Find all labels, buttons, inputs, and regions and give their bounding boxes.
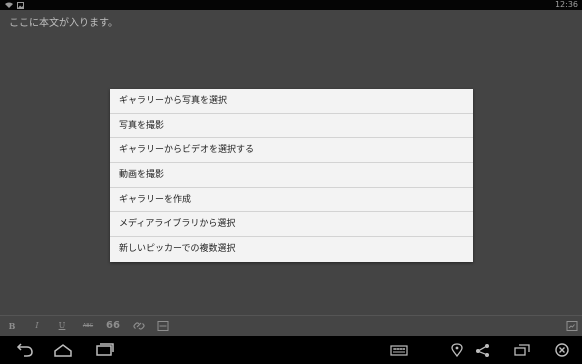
link-icon	[133, 322, 145, 330]
status-icons	[5, 0, 24, 10]
back-icon	[16, 343, 33, 357]
android-screen: 12:36 ここに本文が入ります。 ギャラリーから写真を選択 写真を撮影 ギャラ…	[0, 0, 582, 364]
menu-item-gallery-video[interactable]: ギャラリーからビデオを選択する	[110, 138, 473, 164]
italic-button[interactable]: I	[31, 320, 43, 332]
underline-button[interactable]: U	[56, 320, 68, 332]
wifi-icon	[5, 2, 13, 8]
menu-item-create-gallery[interactable]: ギャラリーを作成	[110, 188, 473, 213]
location-button[interactable]	[447, 342, 467, 358]
strikethrough-button[interactable]: ABC	[78, 320, 98, 332]
quote-button[interactable]: 66	[106, 320, 120, 332]
share-button[interactable]	[473, 342, 493, 358]
home-button[interactable]	[53, 342, 73, 358]
image-icon	[17, 1, 24, 9]
window-icon	[514, 344, 530, 356]
menu-item-gallery-photo[interactable]: ギャラリーから写真を選択	[110, 89, 473, 114]
home-icon	[54, 344, 72, 357]
keyboard-button[interactable]	[389, 342, 409, 358]
close-button[interactable]	[552, 342, 572, 358]
navigation-bar	[0, 336, 582, 364]
recents-button[interactable]	[95, 342, 115, 358]
bold-button[interactable]: B	[6, 320, 18, 332]
menu-item-take-video[interactable]: 動画を撮影	[110, 163, 473, 188]
share-icon	[476, 344, 489, 357]
menu-item-take-photo[interactable]: 写真を撮影	[110, 114, 473, 139]
preview-button[interactable]	[566, 320, 578, 332]
keyboard-icon	[390, 345, 408, 356]
back-button[interactable]	[15, 342, 35, 358]
media-menu-dialog: ギャラリーから写真を選択 写真を撮影 ギャラリーからビデオを選択する 動画を撮影…	[110, 89, 473, 262]
more-icon	[157, 321, 169, 331]
window-button[interactable]	[512, 342, 532, 358]
status-bar: 12:36	[0, 0, 582, 10]
location-icon	[451, 343, 463, 358]
recents-icon	[96, 343, 114, 356]
link-button[interactable]	[133, 320, 145, 332]
more-button[interactable]	[157, 320, 169, 332]
status-time: 12:36	[554, 0, 578, 9]
format-toolbar: B I U ABC 66	[0, 315, 582, 336]
editor-content-text[interactable]: ここに本文が入ります。	[9, 18, 118, 30]
close-icon	[555, 343, 569, 357]
menu-item-multi-picker[interactable]: 新しいピッカーでの複数選択	[110, 237, 473, 262]
menu-item-media-library[interactable]: メディアライブラリから選択	[110, 212, 473, 238]
preview-icon	[566, 321, 578, 331]
